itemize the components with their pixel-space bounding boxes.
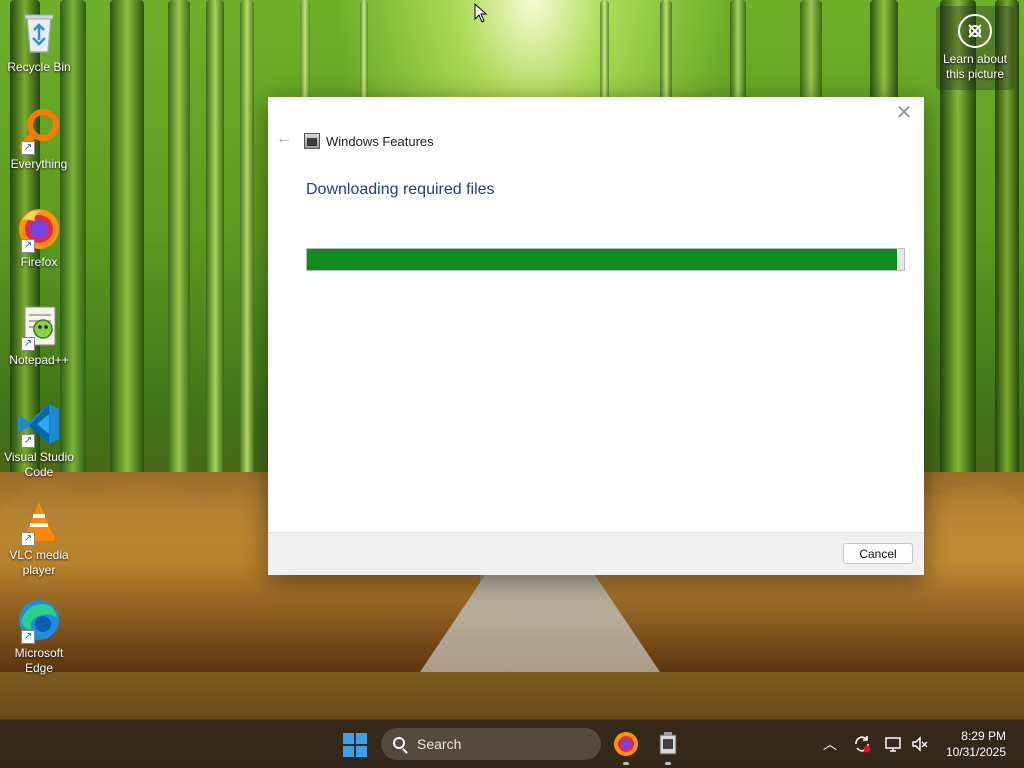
desktop-icon-notepad-plus-plus[interactable]: ↗ Notepad++	[4, 303, 74, 368]
edge-icon: ↗	[15, 596, 63, 644]
firefox-icon: ↗	[15, 205, 63, 253]
back-arrow-icon[interactable]: ←	[274, 129, 294, 149]
desktop-icon-label: Everything	[10, 157, 68, 171]
status-heading: Downloading required files	[306, 181, 495, 198]
shortcut-arrow-icon: ↗	[21, 532, 35, 546]
progress-fill	[307, 249, 897, 270]
learn-about-picture-label: Learn about this picture	[942, 52, 1008, 81]
desktop-icon-label: Microsoft Edge	[14, 646, 64, 675]
taskbar-search-box[interactable]: Search	[381, 728, 601, 760]
taskbar-firefox[interactable]	[610, 728, 642, 765]
windows-logo-icon	[343, 733, 367, 757]
vlc-icon: ↗	[15, 498, 63, 546]
desktop-icon-vscode[interactable]: ↗ Visual Studio Code	[4, 400, 74, 480]
dialog-footer: Cancel	[268, 532, 924, 575]
windows-features-icon	[304, 133, 320, 149]
clock-date: 10/31/2025	[945, 745, 1006, 759]
vscode-icon: ↗	[15, 400, 63, 448]
running-indicator	[665, 762, 671, 765]
dialog-title-bar: Windows Features	[304, 133, 434, 149]
shortcut-arrow-icon: ↗	[21, 141, 35, 155]
clock-time: 8:29 PM	[961, 729, 1006, 743]
desktop-icon-label: Firefox	[20, 255, 58, 269]
system-clock[interactable]: 8:29 PM 10/31/2025	[946, 728, 1006, 760]
download-progress-bar	[306, 248, 905, 271]
dialog-title: Windows Features	[326, 133, 434, 149]
desktop-icon-edge[interactable]: ↗ Microsoft Edge	[4, 596, 74, 676]
desktop-icon-label: Visual Studio Code	[4, 450, 74, 479]
desktop-icon-label: Notepad++	[9, 353, 69, 367]
shortcut-arrow-icon: ↗	[21, 630, 35, 644]
everything-search-icon: ↗	[15, 107, 63, 155]
desktop-icon-firefox[interactable]: ↗ Firefox	[4, 205, 74, 270]
taskbar: Search ︿ 8:29 PM 10/31/2025	[0, 719, 1024, 768]
cancel-button[interactable]: Cancel	[843, 543, 913, 564]
desktop-icon-vlc[interactable]: ↗ VLC media player	[4, 498, 74, 578]
running-indicator	[623, 762, 629, 765]
firefox-icon	[614, 732, 638, 756]
start-button[interactable]	[340, 730, 370, 760]
learn-about-picture-button[interactable]: Learn about this picture	[936, 6, 1014, 90]
desktop-icon-everything[interactable]: ↗ Everything	[4, 107, 74, 172]
mouse-cursor-icon	[474, 2, 488, 23]
search-icon	[393, 737, 405, 749]
search-placeholder: Search	[417, 736, 462, 752]
volume-mute-icon[interactable]	[910, 734, 930, 754]
taskbar-windows-features[interactable]	[652, 728, 684, 765]
desktop-icon-recycle-bin[interactable]: Recycle Bin	[4, 10, 74, 75]
windows-features-icon	[659, 732, 677, 755]
shortcut-arrow-icon: ↗	[21, 337, 35, 351]
shortcut-arrow-icon: ↗	[21, 239, 35, 253]
sync-icon[interactable]	[852, 734, 872, 754]
chevron-up-icon[interactable]: ︿	[820, 734, 840, 754]
notepad-plus-plus-icon: ↗	[15, 303, 63, 351]
recycle-bin-icon	[15, 10, 63, 58]
network-icon[interactable]	[884, 734, 904, 754]
desktop-icon-label: Recycle Bin	[7, 60, 71, 74]
camera-icon	[958, 14, 992, 48]
shortcut-arrow-icon: ↗	[21, 434, 35, 448]
close-icon[interactable]: ✕	[892, 101, 916, 125]
desktop-icon-label: VLC media player	[9, 548, 69, 577]
windows-features-dialog: ✕ ← Windows Features Downloading require…	[268, 97, 924, 575]
